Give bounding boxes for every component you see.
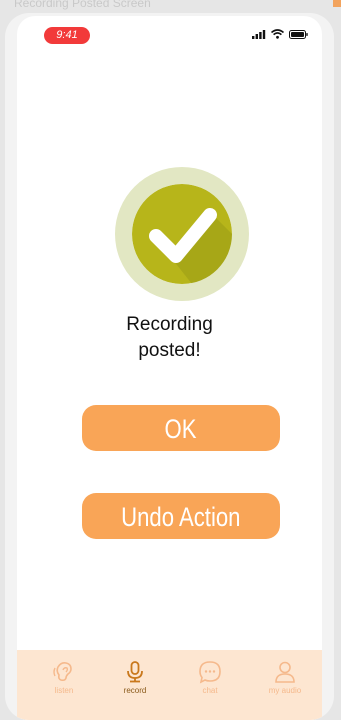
user-icon xyxy=(275,661,295,683)
undo-action-button[interactable]: Undo Action xyxy=(82,493,280,539)
nav-label-chat: chat xyxy=(202,686,218,695)
undo-button-label: Undo Action xyxy=(121,502,241,532)
ok-button-label: OK xyxy=(164,414,197,444)
success-ring xyxy=(115,167,249,301)
checkmark-icon xyxy=(132,184,232,284)
status-time: 9:41 xyxy=(44,27,90,44)
page-caption: Recording Posted Screen xyxy=(14,0,151,10)
status-icons xyxy=(252,29,308,39)
ok-button[interactable]: OK xyxy=(82,405,280,451)
status-bar: 9:41 xyxy=(17,16,322,56)
bottom-nav: listen record chat my audio xyxy=(17,650,322,720)
wifi-icon xyxy=(271,29,284,39)
signal-icon xyxy=(252,29,266,39)
confirmation-message: Recording posted! xyxy=(17,312,322,364)
phone-frame: 9:41 Recording posted! OK Undo Action li… xyxy=(5,13,334,720)
nav-item-my-audio[interactable]: my audio xyxy=(255,660,315,695)
nav-label-record: record xyxy=(123,686,147,695)
nav-label-listen: listen xyxy=(54,686,74,695)
nav-item-record[interactable]: record xyxy=(105,660,165,695)
app-screen: 9:41 Recording posted! OK Undo Action li… xyxy=(17,16,322,720)
nav-label-my-audio: my audio xyxy=(268,686,302,695)
battery-icon xyxy=(289,29,308,39)
message-line-2: posted! xyxy=(138,340,201,361)
nav-item-listen[interactable]: listen xyxy=(34,660,94,695)
chat-bubble-icon xyxy=(199,661,221,684)
success-circle xyxy=(132,184,232,284)
corner-marker xyxy=(333,0,341,7)
nav-item-chat[interactable]: chat xyxy=(180,660,240,695)
message-line-1: Recording xyxy=(126,314,213,335)
microphone-icon xyxy=(127,661,143,683)
ear-icon xyxy=(53,662,72,682)
